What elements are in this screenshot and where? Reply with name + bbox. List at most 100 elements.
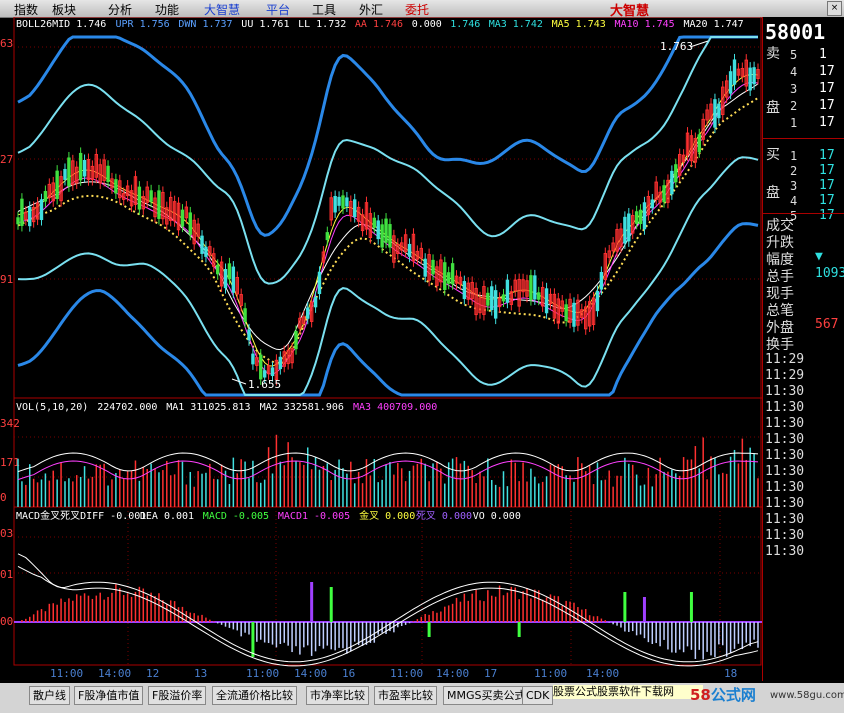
menu-item-0[interactable]: 指数 bbox=[14, 1, 38, 18]
boll-legend-5: AA 1.746 bbox=[355, 19, 403, 30]
time-axis-label: 11:00 bbox=[246, 667, 279, 680]
tick-time: 11:30 bbox=[765, 432, 805, 447]
candle-body bbox=[533, 275, 537, 300]
time-axis-label: 17 bbox=[484, 667, 497, 680]
chart-area[interactable]: BOLL26MID 1.746 UPR 1.756 DWN 1.737 UU 1.76… bbox=[0, 16, 762, 681]
boll-ll-line bbox=[17, 222, 759, 397]
candle-body bbox=[243, 308, 247, 323]
quote-panel: 58001 卖盘 5 4 3 2 1 1 17 17 17 17 买盘 1 2 3 4 5 17 17 17 17 17 成交… bbox=[762, 17, 844, 681]
candle-body bbox=[662, 185, 666, 203]
candle-body bbox=[28, 206, 32, 227]
indicator-tab-2[interactable]: F股溢价率 bbox=[148, 686, 207, 705]
indicator-tab-7[interactable]: CDK bbox=[522, 686, 554, 705]
high-price-annotation: 1.763 bbox=[660, 40, 693, 53]
menu-item-3[interactable]: 功能 bbox=[155, 1, 179, 18]
candle-body bbox=[270, 367, 275, 377]
candle-body bbox=[529, 275, 533, 301]
candle-body bbox=[204, 246, 208, 257]
macd-legend-6: VO 0.000 bbox=[473, 511, 521, 522]
macd-axis-label: 01 bbox=[0, 568, 13, 581]
ma5-line bbox=[17, 74, 759, 367]
menu-bar: 指数 板块 分析 功能 大智慧 平台 工具 外汇 委托 bbox=[0, 0, 844, 18]
candle-body bbox=[572, 302, 576, 327]
dazhihui-logo: 大智慧 bbox=[610, 4, 650, 19]
candle-body bbox=[599, 271, 604, 290]
candle-body bbox=[564, 304, 568, 321]
indicator-tab-6[interactable]: MMGS买卖公式 bbox=[443, 686, 530, 705]
sell-price: 17 bbox=[819, 64, 835, 79]
buy-label: 盘 bbox=[766, 185, 780, 201]
menu-item-7[interactable]: 外汇 bbox=[359, 1, 383, 18]
menu-item-1[interactable]: 板块 bbox=[52, 1, 76, 18]
candle-body bbox=[306, 307, 310, 319]
candle-body bbox=[215, 264, 220, 275]
tick-time: 11:30 bbox=[765, 448, 805, 463]
vol-ma1-line bbox=[17, 452, 759, 473]
candle-body bbox=[200, 235, 204, 254]
indicator-tab-4[interactable]: 市净率比较 bbox=[306, 686, 369, 705]
candle-body bbox=[380, 224, 384, 248]
candle-body bbox=[490, 286, 494, 311]
time-axis-label: 11:00 bbox=[50, 667, 83, 680]
sell-price: 17 bbox=[819, 98, 835, 113]
tick-time: 11:29 bbox=[765, 368, 805, 383]
menu-item-6[interactable]: 工具 bbox=[312, 1, 336, 18]
vol-axis-label: 0 bbox=[0, 491, 7, 504]
candle-body bbox=[333, 195, 337, 213]
candle-body bbox=[748, 67, 752, 91]
candle-body bbox=[251, 353, 255, 365]
boll-legend-6: 0.000 bbox=[412, 19, 442, 30]
candle-body bbox=[114, 179, 118, 194]
time-axis-label: 18 bbox=[724, 667, 737, 680]
indicator-tab-3[interactable]: 全流通价格比较 bbox=[212, 686, 297, 705]
candle-body bbox=[486, 292, 490, 306]
candle-body bbox=[345, 197, 349, 207]
candle-body bbox=[642, 202, 647, 230]
time-axis-label: 13 bbox=[194, 667, 207, 680]
vol-legend-2: MA1 311025.813 bbox=[166, 402, 250, 413]
stat-label: 换手 bbox=[766, 337, 794, 353]
macd-legend-4: 金叉 0.000 bbox=[359, 509, 415, 522]
buy-level: 2 bbox=[790, 164, 798, 178]
candle-body bbox=[39, 199, 44, 221]
boll-legend-8: MA3 1.742 bbox=[489, 19, 543, 30]
candle-body bbox=[634, 211, 639, 224]
candle-body bbox=[188, 212, 192, 235]
menu-item-8[interactable]: 委托 bbox=[405, 1, 429, 18]
candle-body bbox=[713, 99, 717, 128]
boll-legend-4: LL 1.732 bbox=[298, 19, 346, 30]
vol-axis-label: 171 bbox=[0, 456, 20, 469]
tick-time: 11:30 bbox=[765, 512, 805, 527]
candle-body bbox=[259, 354, 263, 380]
time-axis-label: 14:00 bbox=[98, 667, 131, 680]
tick-time: 11:30 bbox=[765, 384, 805, 399]
menu-item-5[interactable]: 平台 bbox=[266, 1, 290, 18]
candle-body bbox=[443, 262, 447, 290]
time-axis-label: 11:00 bbox=[390, 667, 423, 680]
candle-body bbox=[493, 290, 498, 319]
buy-price: 17 bbox=[819, 208, 835, 223]
vol-legend-1: 224702.000 bbox=[97, 402, 157, 413]
candle-body bbox=[313, 296, 318, 308]
candle-body bbox=[623, 216, 627, 244]
candle-body bbox=[627, 213, 631, 242]
kline-chart[interactable]: BOLL26MID 1.746 UPR 1.756 DWN 1.737 UU 1.76… bbox=[0, 16, 762, 681]
indicator-tab-5[interactable]: 市盈率比较 bbox=[374, 686, 437, 705]
vol-legend-4: MA3 400709.000 bbox=[353, 402, 437, 413]
time-axis-label: 14:00 bbox=[436, 667, 469, 680]
candle-body bbox=[262, 370, 267, 378]
buy-price: 17 bbox=[819, 193, 835, 208]
indicator-tab-0[interactable]: 散户线 bbox=[29, 686, 70, 705]
watermark-url: www.58gu.com bbox=[770, 690, 844, 701]
candle-body bbox=[223, 268, 228, 289]
menu-item-2[interactable]: 分析 bbox=[108, 1, 132, 18]
boll-legend-3: UU 1.761 bbox=[241, 19, 289, 30]
indicator-tab-1[interactable]: F股净值市值 bbox=[74, 686, 144, 705]
boll-legend-11: MA20 1.747 bbox=[684, 19, 744, 30]
candle-body bbox=[431, 259, 435, 275]
menu-item-4[interactable]: 大智慧 bbox=[204, 1, 240, 18]
candle-body bbox=[337, 196, 341, 206]
close-window-button[interactable]: × bbox=[827, 1, 842, 16]
buy-price: 17 bbox=[819, 148, 835, 163]
ad-banner[interactable]: 股票公式股票软件下载网 bbox=[553, 685, 703, 699]
